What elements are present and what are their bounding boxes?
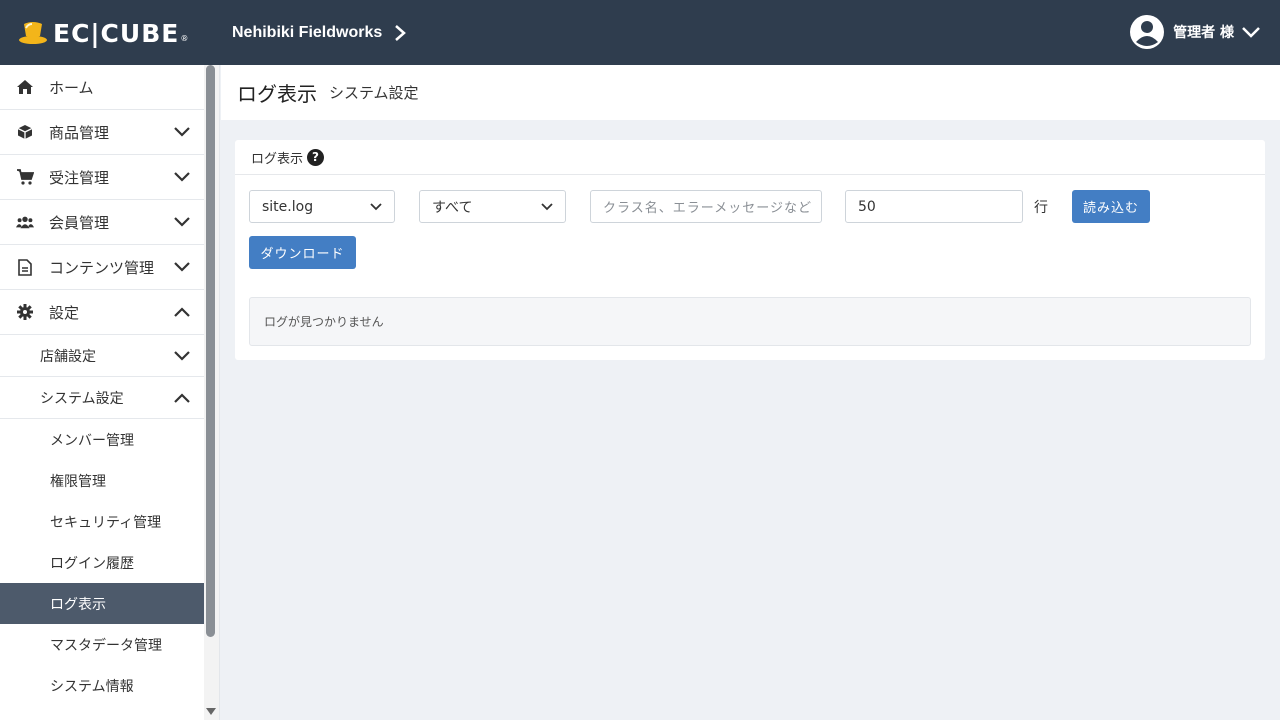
page-subtitle: システム設定 bbox=[329, 84, 419, 102]
sidebar-item-label: 受注管理 bbox=[49, 168, 110, 187]
sidebar-leaf-label: ログ表示 bbox=[50, 596, 106, 613]
user-menu[interactable]: 管理者 様 bbox=[1129, 14, 1260, 50]
sidebar-leaf-login-history[interactable]: ログイン履歴 bbox=[0, 542, 204, 583]
sidebar-item-label: ホーム bbox=[49, 78, 94, 97]
sidebar-leaf-label: ログイン履歴 bbox=[50, 555, 134, 572]
logo-text: EC|CUBE bbox=[53, 18, 180, 48]
sidebar-leaf-log-view[interactable]: ログ表示 bbox=[0, 583, 204, 624]
log-level-select-value: すべて bbox=[432, 199, 473, 216]
cart-icon bbox=[16, 168, 34, 186]
sidebar-item-label: コンテンツ管理 bbox=[49, 258, 155, 277]
chevron-down-icon bbox=[174, 262, 190, 272]
gear-icon bbox=[16, 303, 34, 321]
chevron-down-icon bbox=[1242, 27, 1260, 38]
keyword-search-placeholder: クラス名、エラーメッセージなど bbox=[603, 201, 812, 216]
line-count-input[interactable]: 50 bbox=[845, 190, 1023, 223]
empty-log-message: ログが見つかりません bbox=[264, 315, 384, 329]
sidebar-subitem-label: 店舗設定 bbox=[40, 348, 96, 365]
chevron-down-icon bbox=[174, 217, 190, 227]
card-title: ログ表示 bbox=[251, 151, 304, 167]
sidebar-leaf-master-data[interactable]: マスタデータ管理 bbox=[0, 624, 204, 665]
sidebar-item-label: 設定 bbox=[49, 303, 80, 322]
sidebar-leaf-security[interactable]: セキュリティ管理 bbox=[0, 501, 204, 542]
log-card: ログ表示 ? site.log すべて クラス名、エラーメッセージなど 50 行… bbox=[235, 140, 1265, 360]
sidebar-leaf-members[interactable]: メンバー管理 bbox=[0, 419, 204, 460]
sidebar-item-members[interactable]: 会員管理 bbox=[0, 200, 204, 245]
shop-link[interactable]: Nehibiki Fieldworks bbox=[232, 20, 407, 46]
card-header: ログ表示 ? bbox=[235, 140, 1265, 175]
page-header: ログ表示 システム設定 bbox=[221, 65, 1280, 120]
chevron-right-icon bbox=[395, 25, 407, 41]
user-name: 管理者 様 bbox=[1173, 25, 1234, 41]
sidebar-item-contents[interactable]: コンテンツ管理 bbox=[0, 245, 204, 290]
chevron-up-icon bbox=[174, 392, 190, 403]
sidebar-nav: ホーム 商品管理 受注管理 会員管理 コンテンツ管理 設定 店舗設定 システム設… bbox=[0, 65, 204, 706]
sidebar-leaf-label: 権限管理 bbox=[50, 473, 106, 490]
home-icon bbox=[16, 78, 34, 96]
log-file-select-value: site.log bbox=[262, 198, 314, 215]
chevron-down-icon bbox=[174, 172, 190, 182]
keyword-search-input[interactable]: クラス名、エラーメッセージなど bbox=[590, 190, 822, 223]
top-header: EC|CUBE ® Nehibiki Fieldworks 管理者 様 bbox=[0, 0, 1280, 65]
help-icon[interactable]: ? bbox=[307, 148, 325, 166]
sidebar-item-home[interactable]: ホーム bbox=[0, 65, 204, 110]
sidebar-scrollbar-thumb[interactable] bbox=[206, 65, 215, 637]
log-file-select[interactable]: site.log bbox=[249, 190, 395, 223]
sidebar-subitem-shop-settings[interactable]: 店舗設定 bbox=[0, 335, 204, 377]
sidebar-leaf-label: システム情報 bbox=[50, 678, 134, 695]
logo-registered-mark: ® bbox=[180, 34, 189, 43]
chevron-up-icon bbox=[174, 307, 190, 317]
sidebar-item-orders[interactable]: 受注管理 bbox=[0, 155, 204, 200]
sidebar: ホーム 商品管理 受注管理 会員管理 コンテンツ管理 設定 店舗設定 システム設… bbox=[0, 65, 220, 720]
sidebar-leaf-label: セキュリティ管理 bbox=[50, 514, 162, 531]
load-button[interactable]: 読み込む bbox=[1072, 190, 1150, 223]
sidebar-subitem-label: システム設定 bbox=[40, 390, 124, 407]
sidebar-item-products[interactable]: 商品管理 bbox=[0, 110, 204, 155]
sidebar-subitem-system-settings[interactable]: システム設定 bbox=[0, 377, 204, 419]
sidebar-leaf-label: メンバー管理 bbox=[50, 432, 134, 449]
page-title: ログ表示 bbox=[237, 82, 317, 106]
logo-cup-icon bbox=[19, 22, 47, 44]
download-button[interactable]: ダウンロード bbox=[249, 236, 356, 269]
log-level-select[interactable]: すべて bbox=[419, 190, 566, 223]
sidebar-leaf-label: マスタデータ管理 bbox=[50, 637, 162, 654]
sidebar-leaf-authority[interactable]: 権限管理 bbox=[0, 460, 204, 501]
user-avatar-icon bbox=[1130, 15, 1165, 49]
chevron-down-icon bbox=[541, 202, 553, 210]
empty-log-message-box: ログが見つかりません bbox=[249, 297, 1251, 346]
cube-icon bbox=[16, 123, 34, 141]
chevron-down-icon bbox=[174, 127, 190, 137]
sidebar-leaf-system-info[interactable]: システム情報 bbox=[0, 665, 204, 706]
ec-cube-logo[interactable]: EC|CUBE ® bbox=[18, 18, 188, 48]
shop-name: Nehibiki Fieldworks bbox=[232, 24, 383, 41]
sidebar-item-label: 会員管理 bbox=[49, 213, 110, 232]
sidebar-item-settings[interactable]: 設定 bbox=[0, 290, 204, 335]
line-count-unit: 行 bbox=[1034, 200, 1048, 216]
line-count-value: 50 bbox=[858, 198, 876, 215]
users-icon bbox=[16, 213, 34, 231]
file-icon bbox=[16, 258, 34, 276]
sidebar-item-label: 商品管理 bbox=[49, 123, 110, 142]
chevron-down-icon bbox=[174, 350, 190, 361]
chevron-down-icon bbox=[370, 202, 382, 210]
scroll-down-arrow-icon[interactable] bbox=[206, 706, 216, 716]
